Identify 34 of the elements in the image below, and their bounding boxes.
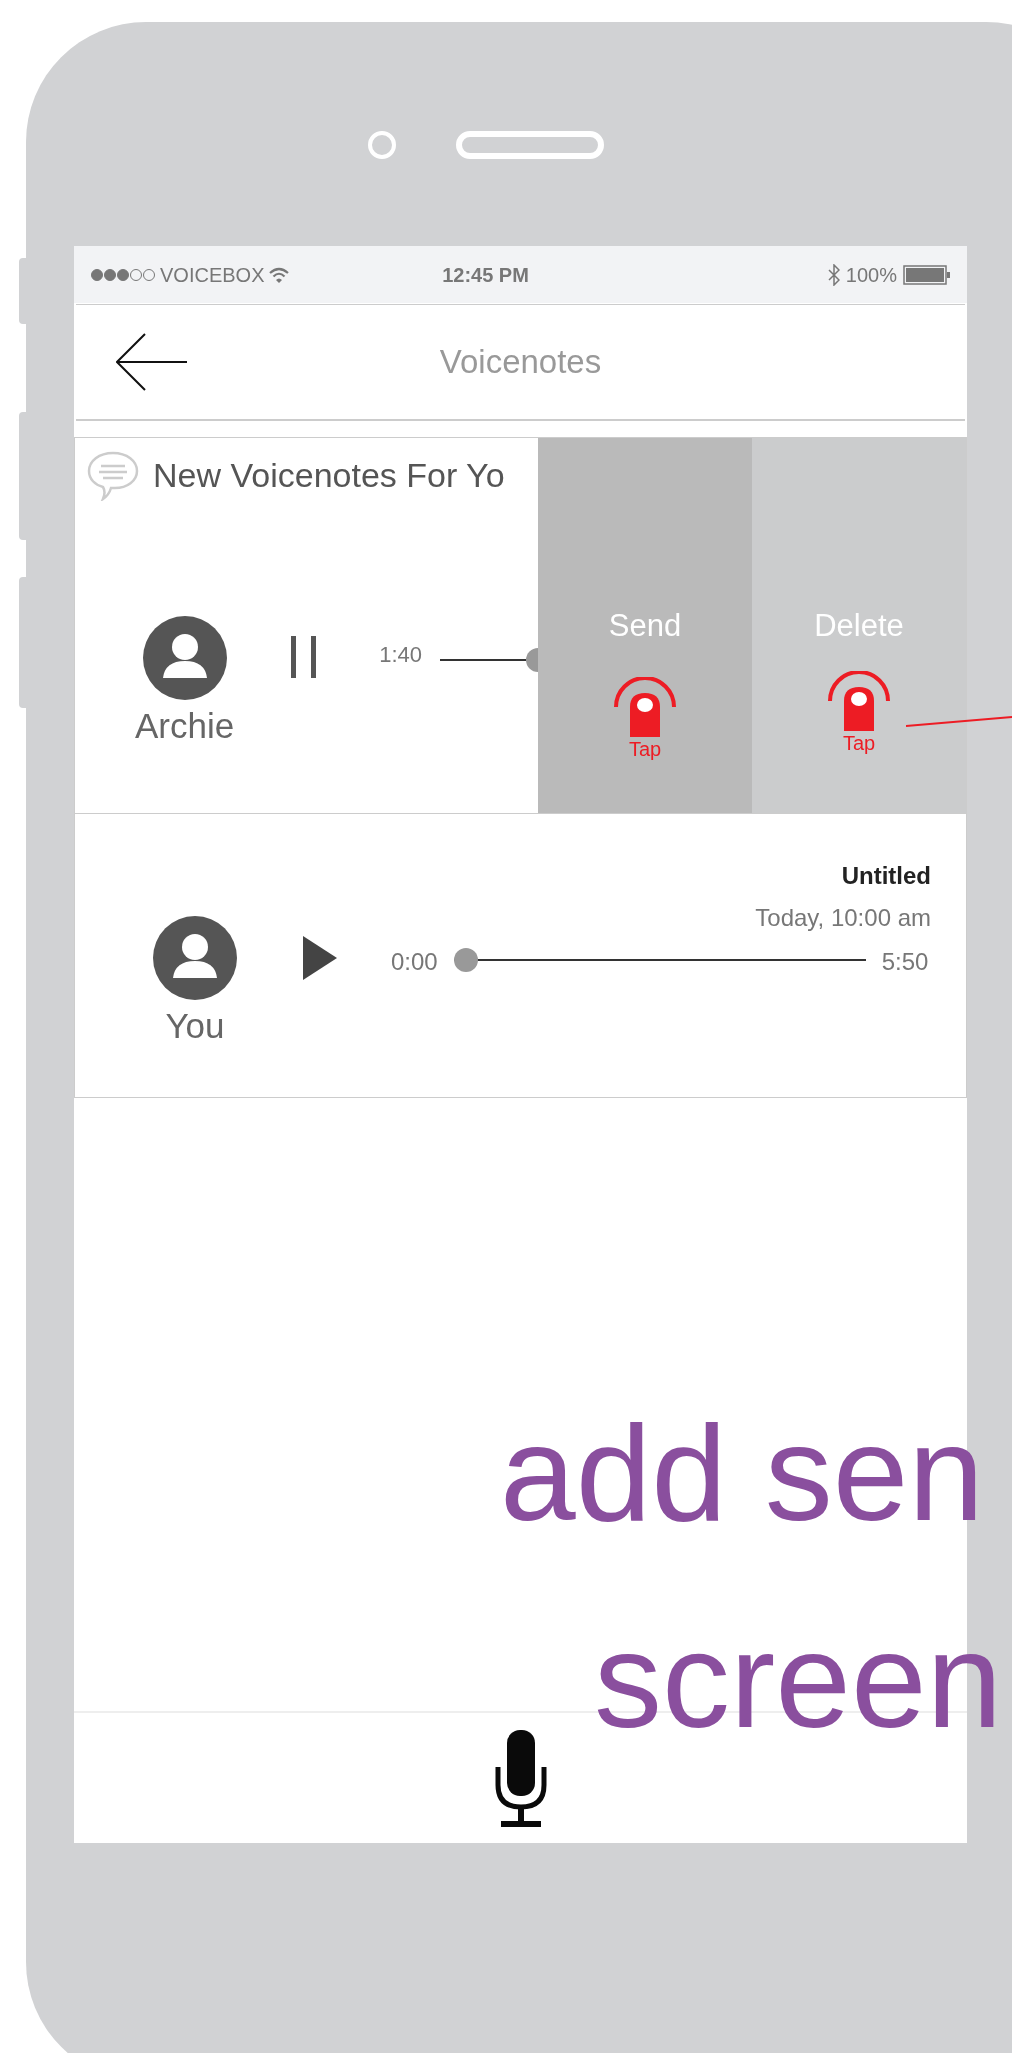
tap-hint: Tap xyxy=(628,739,662,759)
note-date: Today, 10:00 am xyxy=(755,903,931,933)
chat-bubble-icon xyxy=(87,450,139,501)
screen-title: Voicenotes xyxy=(439,342,602,383)
bluetooth-icon xyxy=(827,263,840,286)
elapsed-time: 0:00 xyxy=(391,947,438,977)
slider-thumb[interactable] xyxy=(526,648,539,672)
sender-name: You xyxy=(165,1005,225,1047)
status-time: 12:45 PM xyxy=(441,262,530,288)
microphone-icon[interactable] xyxy=(493,1729,548,1827)
tap-gesture-icon xyxy=(612,677,678,737)
battery-icon xyxy=(903,264,951,285)
wifi-icon xyxy=(268,266,291,283)
avatar-icon xyxy=(142,616,227,700)
back-arrow-icon[interactable] xyxy=(116,333,188,391)
action-label: Send xyxy=(608,610,682,641)
duration-time: 5:50 xyxy=(881,947,929,977)
play-icon[interactable] xyxy=(303,936,337,980)
tap-hint: Tap xyxy=(842,733,876,753)
slider-thumb[interactable] xyxy=(453,948,478,972)
progress-slider[interactable] xyxy=(453,946,866,974)
tap-gesture-icon xyxy=(826,671,892,731)
signal-icon xyxy=(90,267,156,282)
sender-name: Archie xyxy=(135,705,235,747)
camera-icon xyxy=(368,131,396,159)
elapsed-time: 1:40 xyxy=(379,641,423,669)
note-title: Untitled xyxy=(841,861,931,891)
section-heading: New Voicenotes For Yo xyxy=(153,455,505,496)
avatar-icon xyxy=(153,916,237,1000)
send-action[interactable]: Send Tap xyxy=(538,438,752,813)
annotation-text: screen xyxy=(594,1612,1003,1748)
carrier-name: VOICEBOX xyxy=(160,262,265,288)
annotation-text: add sen xyxy=(500,1405,984,1541)
battery-percent: 100% xyxy=(845,262,897,288)
